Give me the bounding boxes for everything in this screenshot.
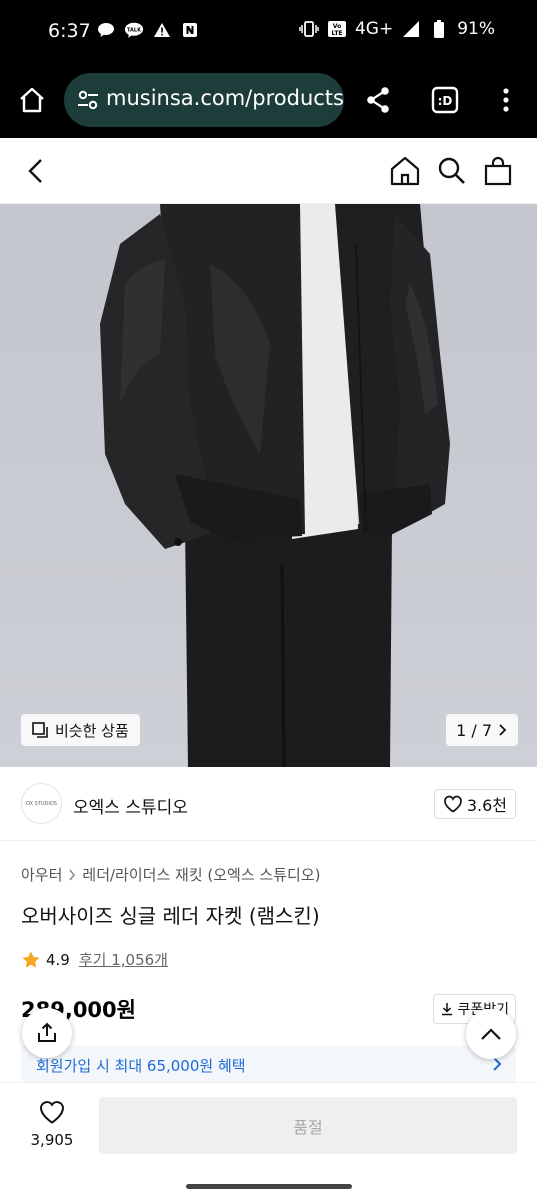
benefit-text: 회원가입 시 최대 65,000원 혜택 — [36, 1057, 246, 1075]
wishlist-count: 3,905 — [30, 1131, 74, 1149]
status-right: Vo LTE 4G+ 91% — [299, 19, 495, 39]
signal-icon — [401, 19, 421, 39]
svg-text::D: :D — [438, 94, 453, 108]
volte-icon: Vo LTE — [327, 19, 347, 39]
share-button[interactable] — [22, 1008, 72, 1058]
site-settings-icon[interactable] — [76, 89, 100, 111]
back-button[interactable] — [22, 156, 50, 186]
chat-bubble-icon — [96, 20, 116, 40]
url-text[interactable]: musinsa.com/products/1 — [106, 86, 344, 110]
status-bar: 6:37 TALK Vo LTE 4G+ 91% — [0, 0, 537, 62]
gesture-navigation-bar[interactable] — [186, 1184, 352, 1189]
talk-icon: TALK — [124, 20, 144, 40]
svg-text:TALK: TALK — [127, 27, 142, 33]
cart-button[interactable] — [482, 154, 514, 188]
breadcrumb-item[interactable]: 아우터 — [21, 864, 62, 885]
battery-percent: 91% — [457, 19, 495, 39]
home-icon — [20, 87, 44, 113]
image-pager[interactable]: 1 / 7 — [446, 714, 518, 746]
browser-menu-button[interactable] — [494, 84, 518, 116]
notification-icons: TALK — [96, 20, 200, 40]
app-header — [0, 138, 537, 204]
search-icon — [438, 157, 465, 184]
star-icon — [22, 951, 40, 968]
chevron-up-icon — [481, 1028, 501, 1040]
naver-icon — [180, 20, 200, 40]
chevron-left-icon — [28, 159, 42, 183]
chevron-right-icon — [499, 724, 507, 736]
more-vert-icon — [503, 88, 509, 112]
brand-logo[interactable]: OX STUDIOS — [21, 783, 62, 824]
soldout-button[interactable]: 품절 — [99, 1097, 517, 1154]
download-icon — [442, 1003, 453, 1016]
tab-switcher-icon: :D — [431, 86, 459, 114]
tab-switcher-button[interactable]: :D — [428, 83, 462, 117]
warning-icon — [152, 20, 172, 40]
bottom-action-bar: 3,905 품절 — [0, 1082, 537, 1200]
home-icon — [390, 156, 420, 186]
browser-share-button[interactable] — [362, 84, 394, 116]
breadcrumb: 아우터 레더/라이더스 재킷 (오엑스 스튜디오) — [21, 864, 320, 885]
breadcrumb-item[interactable]: 레더/라이더스 재킷 (오엑스 스튜디오) — [82, 864, 320, 885]
scroll-to-top-button[interactable] — [466, 1009, 516, 1059]
network-label: 4G+ — [354, 19, 394, 39]
brand-logo-text: OX STUDIOS — [26, 800, 57, 807]
browser-home-button[interactable] — [16, 84, 48, 116]
search-button[interactable] — [436, 154, 468, 188]
wishlist-button[interactable]: 3,905 — [24, 1099, 80, 1151]
similar-items-icon — [32, 722, 48, 738]
rating-value: 4.9 — [46, 950, 70, 969]
heart-icon — [443, 795, 462, 813]
status-time: 6:37 — [48, 20, 91, 42]
brand-name[interactable]: 오엑스 스튜디오 — [73, 793, 188, 818]
product-title: 오버사이즈 싱글 레더 자켓 (램스킨) — [21, 904, 320, 928]
svg-text:LTE: LTE — [331, 30, 342, 37]
pager-text: 1 / 7 — [456, 720, 492, 740]
brand-row[interactable]: OX STUDIOS 오엑스 스튜디오 3.6천 — [0, 767, 537, 841]
battery-icon — [429, 19, 449, 39]
reviews-link[interactable]: 후기 1,056개 — [79, 949, 168, 970]
brand-like-button[interactable]: 3.6천 — [433, 789, 516, 819]
brand-like-count: 3.6천 — [466, 796, 507, 815]
similar-products-button[interactable]: 비슷한 상품 — [21, 714, 140, 746]
chevron-right-icon — [69, 869, 76, 880]
product-photo — [100, 204, 450, 767]
share-icon — [367, 87, 389, 113]
rating-row: 4.9 후기 1,056개 — [21, 949, 168, 970]
home-button[interactable] — [388, 154, 422, 188]
svg-text:Vo: Vo — [333, 23, 341, 30]
vibrate-icon — [299, 19, 319, 39]
product-image-gallery[interactable]: 비슷한 상품 1 / 7 — [0, 204, 537, 767]
shopping-bag-icon — [484, 156, 512, 186]
share-upload-icon — [38, 1022, 56, 1042]
similar-products-label: 비슷한 상품 — [55, 721, 129, 740]
browser-toolbar: musinsa.com/products/1 :D — [0, 62, 537, 138]
heart-icon — [39, 1101, 65, 1124]
signup-benefit-banner[interactable]: 회원가입 시 최대 65,000원 혜택 — [21, 1046, 516, 1082]
address-bar[interactable]: musinsa.com/products/1 — [64, 73, 344, 127]
